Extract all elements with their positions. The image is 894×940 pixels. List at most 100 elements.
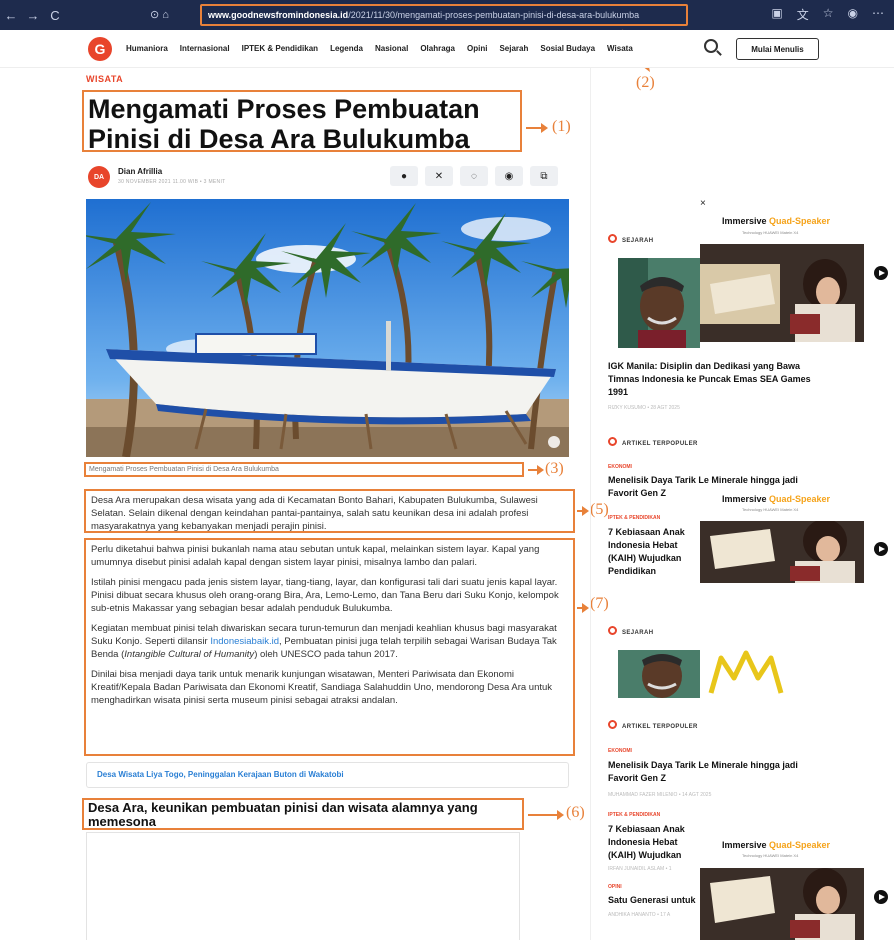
profile-icon[interactable]: ◉: [848, 6, 858, 23]
search-icon[interactable]: [704, 39, 718, 53]
article-category[interactable]: WISATA: [86, 74, 123, 84]
menu-item-iptek[interactable]: IPTEK & Pendidikan: [242, 44, 318, 53]
body-paragraph-3: Kegiatan membuat pinisi telah diwariskan…: [91, 622, 568, 661]
site-header: G Humaniora Internasional IPTEK & Pendid…: [0, 30, 894, 68]
popular-2b-meta: IRFAN JUNAIDIL ASLAM • 1: [608, 866, 672, 872]
ad-close-icon[interactable]: ×: [700, 198, 706, 209]
ad-image-2[interactable]: [700, 521, 864, 583]
popular-section-label: ARTIKEL TERPOPULER: [608, 437, 698, 447]
copy-link-icon[interactable]: ⧉: [530, 166, 558, 186]
ad-title-highlight: Quad-Speaker: [769, 840, 831, 850]
author-name[interactable]: Dian Afrillia: [118, 167, 162, 176]
ad-image-3[interactable]: [700, 868, 864, 940]
menu-item-wisata[interactable]: Wisata: [607, 44, 633, 53]
reader-icon[interactable]: ▣: [771, 6, 782, 23]
reload-icon[interactable]: C: [44, 8, 66, 23]
author-avatar[interactable]: DA: [88, 166, 110, 188]
ad-image-1[interactable]: [700, 244, 864, 342]
intro-highlight-box: Desa Ara merupakan desa wisata yang ada …: [84, 489, 575, 533]
share-buttons: ● ✕ ◌ ◉ ⧉: [390, 166, 558, 186]
popular-1b-category[interactable]: EKONOMI: [608, 748, 632, 754]
extensions-icon[interactable]: ⋯: [872, 6, 884, 23]
sejarah-thumbnail[interactable]: [618, 258, 700, 348]
menu-item-opini[interactable]: Opini: [467, 44, 487, 53]
ad-title-text: Immersive: [722, 840, 770, 850]
embedded-content-frame: [86, 832, 520, 940]
annotation-5: (5): [590, 501, 609, 518]
menu-item-nasional[interactable]: Nasional: [375, 44, 408, 53]
whatsapp-icon[interactable]: ◌: [460, 166, 488, 186]
annotation-1-arrow: [526, 123, 548, 133]
annotation-6: (6): [566, 804, 585, 821]
sejarah-article-meta: RIZKY KUSUMO • 28 AGT 2025: [608, 405, 680, 411]
site-logo[interactable]: G: [88, 37, 112, 61]
ad-play-icon[interactable]: [874, 266, 888, 280]
write-button[interactable]: Mulai Menulis: [736, 38, 819, 60]
intro-paragraph: Desa Ara merupakan desa wisata yang ada …: [91, 495, 538, 532]
main-menu: Humaniora Internasional IPTEK & Pendidik…: [126, 44, 633, 53]
popular-3-meta: ANDHIKA HANANTO • 17 A: [608, 912, 671, 918]
article-title: Mengamati Proses Pembuatan Pinisi di Des…: [88, 94, 480, 154]
sejarah-article-title[interactable]: IGK Manila: Disiplin dan Dedikasi yang B…: [608, 360, 818, 399]
menu-item-internasional[interactable]: Internasional: [180, 44, 230, 53]
annotation-3: (3): [545, 460, 564, 477]
back-icon[interactable]: ←: [0, 8, 22, 23]
menu-item-legenda[interactable]: Legenda: [330, 44, 363, 53]
hero-image: [86, 199, 569, 457]
menu-item-sosial-budaya[interactable]: Sosial Budaya: [540, 44, 595, 53]
popular-3-title[interactable]: Satu Generasi untuk: [608, 894, 698, 907]
ad-title-text: Immersive: [722, 216, 770, 226]
decorative-crown-graphic: [708, 650, 784, 694]
star-icon[interactable]: ☆: [823, 6, 834, 23]
annotation-2: (2): [636, 74, 655, 91]
facebook-icon[interactable]: ●: [390, 166, 418, 186]
ad-title-text: Immersive: [722, 494, 770, 504]
x-icon[interactable]: ✕: [425, 166, 453, 186]
ad-play-icon-2[interactable]: [874, 542, 888, 556]
popular-2b-category[interactable]: IPTEK & PENDIDIKAN: [608, 812, 660, 818]
body-highlight-box: Perlu diketahui bahwa pinisi bukanlah na…: [84, 538, 575, 756]
ad-subtitle-1: Technology HUAWEI Matein X4: [742, 230, 799, 235]
popular-1-category[interactable]: EKONOMI: [608, 464, 632, 470]
image-caption: Mengamati Proses Pembuatan Pinisi di Des…: [84, 462, 524, 477]
url-path: /2021/11/30/mengamati-proses-pembuatan-p…: [348, 10, 640, 20]
annotation-6-arrow: [528, 810, 564, 820]
ad-title-highlight: Quad-Speaker: [769, 494, 831, 504]
annotation-3-arrow: [528, 465, 544, 475]
sejarah-section-label: SEJARAH: [608, 234, 653, 244]
popular-2b-title[interactable]: 7 Kebiasaan Anak Indonesia Hebat (KAIH) …: [608, 823, 698, 863]
menu-item-sejarah[interactable]: Sejarah: [499, 44, 528, 53]
body-paragraph-1: Perlu diketahui bahwa pinisi bukanlah na…: [91, 544, 540, 568]
body-paragraph-2: Istilah pinisi mengacu pada jenis sistem…: [91, 577, 559, 614]
forward-icon[interactable]: →: [22, 8, 44, 23]
sidebar-divider: [590, 68, 591, 940]
popular-1b-title[interactable]: Menelisik Daya Tarik Le Minerale hingga …: [608, 759, 818, 785]
indonesiabaik-link[interactable]: Indonesiabaik.id: [210, 636, 279, 647]
popular-2-category[interactable]: IPTEK & PENDIDIKAN: [608, 515, 660, 521]
menu-item-humaniora[interactable]: Humaniora: [126, 44, 168, 53]
translate-icon[interactable]: 文: [797, 6, 809, 23]
popular-section-label-2: ARTIKEL TERPOPULER: [608, 720, 698, 730]
subheading-highlight-box: Desa Ara, keunikan pembuatan pinisi dan …: [82, 798, 524, 830]
browser-toolbar: ← → C ⊙ ⌂ www.goodnewsfromindonesia.id/2…: [0, 0, 894, 30]
address-bar[interactable]: www.goodnewsfromindonesia.id/2021/11/30/…: [200, 4, 688, 26]
telegram-icon[interactable]: ◉: [495, 166, 523, 186]
ad-title-3: Immersive Quad-Speaker: [722, 840, 830, 850]
url-domain: www.goodnewsfromindonesia.id: [208, 10, 349, 20]
annotation-7: (7): [590, 595, 609, 612]
sejarah-section-label-2: SEJARAH: [608, 626, 653, 636]
title-highlight-box: Mengamati Proses Pembuatan Pinisi di Des…: [82, 90, 522, 154]
annotation-7-arrow: [577, 603, 589, 613]
article-meta: 30 NOVEMBER 2021 11.00 WIB • 3 MENIT: [118, 179, 226, 185]
lock-icon: ⊙ ⌂: [150, 9, 169, 21]
menu-item-olahraga[interactable]: Olahraga: [420, 44, 455, 53]
annotation-1: (1): [552, 118, 571, 135]
p3-italic: Intangible Cultural of Humanity: [124, 649, 255, 660]
ad-title-highlight: Quad-Speaker: [769, 216, 831, 226]
ad-play-icon-3[interactable]: [874, 890, 888, 904]
related-article-link[interactable]: Desa Wisata Liya Togo, Peninggalan Keraj…: [86, 762, 569, 788]
popular-3-category[interactable]: OPINI: [608, 884, 622, 890]
sejarah-thumbnail-2[interactable]: [618, 650, 700, 698]
popular-2-title[interactable]: 7 Kebiasaan Anak Indonesia Hebat (KAIH) …: [608, 526, 698, 580]
ad-subtitle-3: Technology HUAWEI Matein X4: [742, 853, 799, 858]
